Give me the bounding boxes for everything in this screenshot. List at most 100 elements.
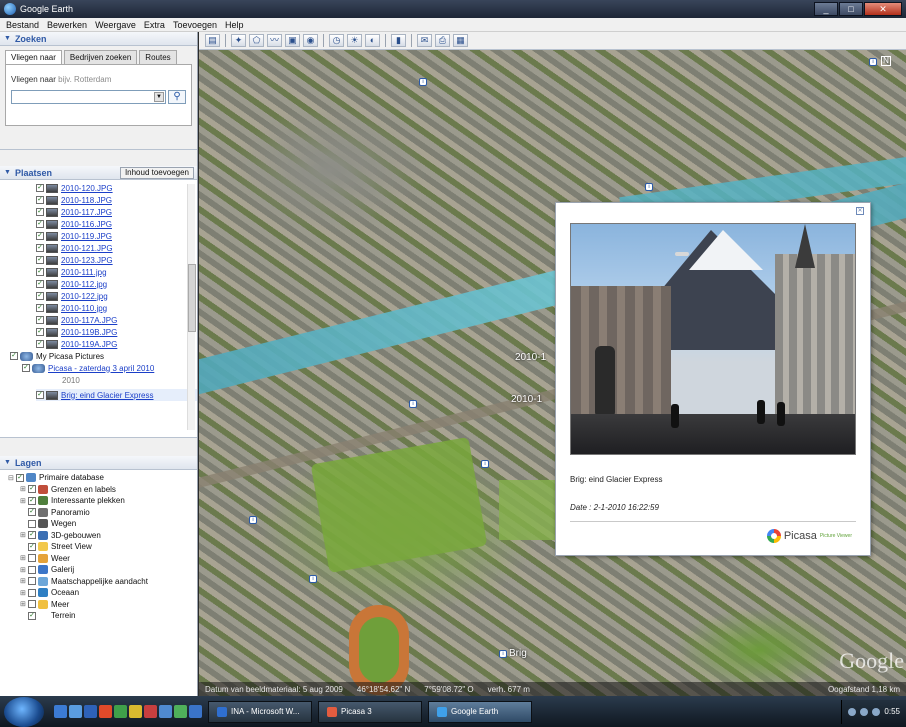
taskbar-item-google-earth[interactable]: Google Earth (428, 700, 532, 723)
place-pin-icon[interactable]: i (409, 400, 417, 408)
photo-link[interactable]: 2010-119A.JPG (61, 340, 117, 349)
photo-placemark-label[interactable]: 2010-1 (511, 394, 542, 405)
planets-icon[interactable]: ◐ (365, 34, 380, 47)
search-section-header[interactable]: ▼ Zoeken (0, 32, 197, 46)
expand-toggle-icon[interactable]: ⊞ (20, 577, 28, 585)
photo-link[interactable]: 2010-122.jpg (61, 292, 108, 301)
layer-checkbox[interactable]: ✓ (28, 542, 36, 551)
photo-link[interactable]: 2010-119.JPG (61, 232, 112, 241)
layer-row[interactable]: ⊞ Oceaan (8, 587, 197, 599)
places-section-header[interactable]: ▼ Plaatsen Inhoud toevoegen (0, 166, 197, 180)
expand-toggle-icon[interactable]: ⊞ (20, 497, 28, 505)
collapse-triangle-icon[interactable]: ▼ (4, 459, 11, 466)
list-item[interactable]: ✓ 2010-117.JPG (36, 206, 197, 218)
navigation-controls[interactable]: N (876, 56, 896, 96)
checkbox[interactable]: ✓ (36, 208, 44, 216)
layer-checkbox[interactable]: ✓ (28, 611, 36, 620)
album-row[interactable]: ✓ Picasa - zaterdag 3 april 2010 (22, 362, 197, 374)
tab-bedrijven-zoeken[interactable]: Bedrijven zoeken (63, 50, 138, 64)
photo-link[interactable]: 2010-111.jpg (61, 268, 107, 277)
checkbox[interactable]: ✓ (36, 391, 44, 399)
place-pin-icon[interactable]: i (645, 183, 653, 191)
sidebar-toggle-icon[interactable]: ▤ (205, 34, 220, 47)
layer-checkbox[interactable]: ✓ (28, 485, 36, 494)
layer-checkbox[interactable] (28, 588, 36, 597)
tab-routes[interactable]: Routes (139, 50, 177, 64)
expand-toggle-icon[interactable]: ⊞ (20, 531, 28, 539)
layer-row[interactable]: ⊟ ✓ Primaire database (8, 472, 197, 484)
checkbox[interactable]: ✓ (36, 184, 44, 192)
picasa-group-row[interactable]: ✓ My Picasa Pictures (10, 350, 197, 362)
place-pin-icon[interactable]: i (249, 516, 257, 524)
list-item[interactable]: ✓ 2010-123.JPG (36, 254, 197, 266)
photo-link[interactable]: 2010-118.JPG (61, 196, 112, 205)
expand-toggle-icon[interactable]: ⊞ (20, 600, 28, 608)
print-icon[interactable]: ⎙ (435, 34, 450, 47)
tray-icon[interactable] (848, 707, 857, 716)
clock[interactable]: 0:55 (884, 707, 900, 716)
app-icon[interactable] (174, 705, 187, 718)
photo-link[interactable]: Brig: eind Glacier Express (61, 391, 153, 400)
menu-extra[interactable]: Extra (140, 20, 169, 30)
checkbox[interactable]: ✓ (36, 232, 44, 240)
search-button[interactable]: ⚲ (168, 90, 186, 104)
collapse-triangle-icon[interactable]: ▼ (4, 169, 11, 176)
list-item[interactable]: ✓ 2010-119A.JPG (36, 338, 197, 350)
checkbox[interactable]: ✓ (36, 316, 44, 324)
image-overlay-icon[interactable]: ▣ (285, 34, 300, 47)
menu-bestand[interactable]: Bestand (2, 20, 43, 30)
layer-checkbox[interactable] (28, 554, 36, 563)
layer-checkbox[interactable] (28, 519, 36, 528)
layer-checkbox[interactable]: ✓ (28, 496, 36, 505)
close-button[interactable]: ✕ (864, 2, 902, 16)
expand-toggle-icon[interactable]: ⊞ (20, 485, 28, 493)
desktop-icon[interactable] (54, 705, 67, 718)
list-item[interactable]: ✓ 2010-119.JPG (36, 230, 197, 242)
checkbox[interactable]: ✓ (36, 244, 44, 252)
checkbox[interactable]: ✓ (36, 328, 44, 336)
places-scrollbar[interactable] (187, 184, 196, 430)
north-icon[interactable]: N (881, 56, 891, 66)
balloon-photo[interactable] (570, 223, 856, 455)
network-icon[interactable] (860, 707, 869, 716)
app-icon[interactable] (144, 705, 157, 718)
list-item[interactable]: ✓ 2010-117A.JPG (36, 314, 197, 326)
menu-help[interactable]: Help (221, 20, 248, 30)
photo-link[interactable]: 2010-116.JPG (61, 220, 112, 229)
start-button[interactable] (4, 696, 44, 727)
explorer-icon[interactable] (69, 705, 82, 718)
place-pin-icon[interactable]: i (419, 78, 427, 86)
layer-row[interactable]: ✓ Panoramio (8, 507, 197, 519)
checkbox[interactable]: ✓ (36, 292, 44, 300)
list-item[interactable]: ✓ 2010-121.JPG (36, 242, 197, 254)
scrollbar-thumb[interactable] (188, 264, 196, 332)
photo-placemark-label[interactable]: 2010-1 (515, 352, 546, 363)
layer-row[interactable]: ⊞ Maatschappelijke aandacht (8, 576, 197, 588)
checkbox[interactable]: ✓ (36, 196, 44, 204)
layer-checkbox[interactable] (28, 600, 36, 609)
photo-link[interactable]: 2010-112.jpg (61, 280, 107, 289)
layer-row[interactable]: ⊞ Galerij (8, 564, 197, 576)
layer-row[interactable]: ⊞ ✓ Grenzen en labels (8, 484, 197, 496)
place-pin-icon[interactable]: i (481, 460, 489, 468)
layer-row[interactable]: ⊞ ✓ 3D-gebouwen (8, 530, 197, 542)
app-icon[interactable] (129, 705, 142, 718)
browser-icon[interactable] (99, 705, 112, 718)
layer-row[interactable]: ⊞ Weer (8, 553, 197, 565)
town-label[interactable]: Brig (509, 648, 527, 659)
media-icon[interactable] (84, 705, 97, 718)
layer-row[interactable]: ✓ Street View (8, 541, 197, 553)
volume-icon[interactable] (872, 707, 881, 716)
expand-toggle-icon[interactable]: ⊞ (20, 554, 28, 562)
checkbox[interactable]: ✓ (36, 256, 44, 264)
layer-row[interactable]: Wegen (8, 518, 197, 530)
layer-checkbox[interactable]: ✓ (28, 531, 36, 540)
list-item[interactable]: ✓ 2010-116.JPG (36, 218, 197, 230)
list-item[interactable]: ✓ 2010-119B.JPG (36, 326, 197, 338)
place-pin-icon[interactable]: i (499, 650, 507, 658)
photo-link[interactable]: 2010-117A.JPG (61, 316, 117, 325)
search-input[interactable]: ▼ (11, 90, 166, 104)
photo-link[interactable]: 2010-121.JPG (61, 244, 113, 253)
expand-toggle-icon[interactable]: ⊞ (20, 566, 28, 574)
list-item[interactable]: ✓ 2010-120.JPG (36, 182, 197, 194)
